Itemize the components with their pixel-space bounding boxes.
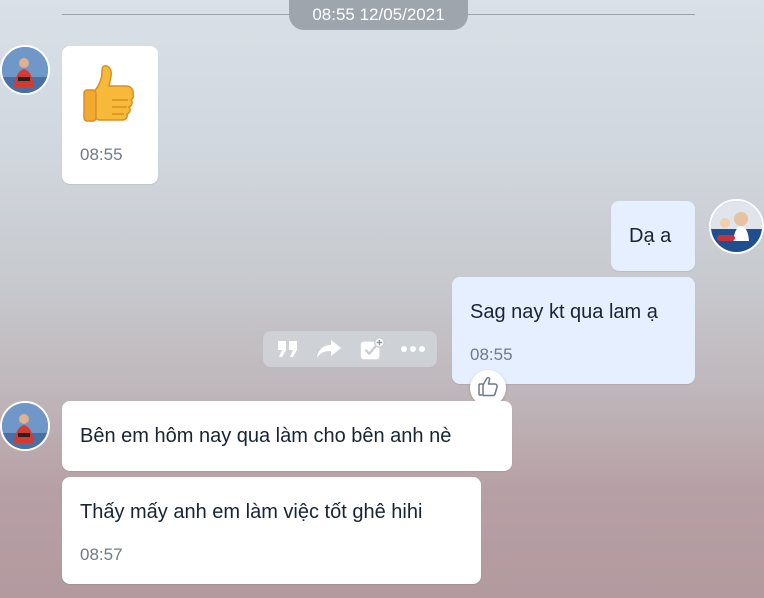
message-text: Sag nay kt qua lam ạ: [470, 301, 658, 323]
thumbs-up-emoji-icon: [80, 62, 138, 124]
date-separator: 08:55 12/05/2021: [289, 0, 468, 30]
message-bubble-outgoing[interactable]: Sag nay kt qua lam ạ 08:55: [452, 277, 695, 384]
message-text: Bên em hôm nay qua làm cho bên anh nè: [80, 425, 452, 447]
thumbs-up-outline-icon: [477, 375, 499, 402]
message-text: Thấy mấy anh em làm việc tốt ghê hihi: [80, 501, 423, 523]
message-bubble-thumbs-up[interactable]: 08:55: [62, 46, 158, 184]
message-bubble-incoming[interactable]: Thấy mấy anh em làm việc tốt ghê hihi 08…: [62, 477, 481, 584]
quote-icon[interactable]: [275, 337, 301, 361]
message-time: 08:55: [80, 145, 123, 164]
message-time: 08:55: [470, 345, 513, 364]
my-avatar[interactable]: [709, 199, 764, 254]
contact-avatar[interactable]: [0, 401, 50, 451]
message-action-toolbar: [263, 331, 437, 367]
contact-avatar[interactable]: [0, 45, 50, 95]
more-icon[interactable]: [400, 337, 426, 361]
forward-icon[interactable]: [316, 337, 342, 361]
message-bubble-incoming[interactable]: Bên em hôm nay qua làm cho bên anh nè: [62, 401, 512, 471]
add-task-icon[interactable]: [359, 337, 385, 361]
message-time: 08:57: [80, 545, 123, 564]
message-bubble-outgoing[interactable]: Dạ a: [611, 201, 695, 271]
message-text: Dạ a: [629, 225, 672, 247]
